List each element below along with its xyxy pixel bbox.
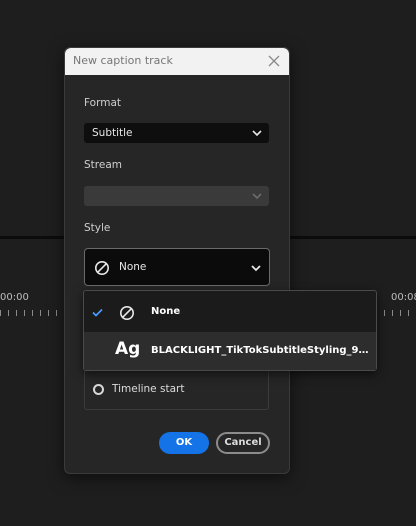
text-style-icon: Ag (115, 339, 141, 359)
style-select[interactable]: None (84, 248, 270, 286)
ok-button[interactable]: OK (159, 432, 209, 454)
stream-select (84, 186, 269, 206)
timeline-start-radio[interactable] (93, 384, 104, 395)
chevron-down-icon (252, 130, 262, 137)
format-select[interactable]: Subtitle (84, 123, 269, 143)
stream-label: Stream (84, 159, 122, 171)
dialog-titlebar[interactable]: New caption track (65, 48, 289, 75)
dialog-title: New caption track (73, 54, 173, 67)
style-label: Style (84, 222, 111, 234)
style-option-label: BLACKLIGHT_TikTokSubtitleStyling_9x16_10… (151, 345, 374, 356)
style-option-none[interactable]: None (84, 293, 376, 331)
format-label: Format (84, 97, 122, 109)
checkmark-icon (92, 308, 103, 317)
cancel-button[interactable]: Cancel (216, 432, 270, 454)
style-option-label: None (151, 306, 181, 317)
timeline-timecode-start: 00:00 (0, 292, 29, 303)
format-select-value: Subtitle (92, 127, 133, 139)
timeline-timecode-end: 00:08 (391, 292, 416, 303)
chevron-down-icon (251, 265, 261, 272)
style-select-value: None (119, 261, 147, 273)
style-option-blacklight[interactable]: Ag BLACKLIGHT_TikTokSubtitleStyling_9x16… (84, 332, 376, 370)
editor-background: 00:00 00:08 New caption track Format Sub… (0, 0, 416, 526)
none-icon (120, 306, 134, 320)
style-dropdown-list: None Ag BLACKLIGHT_TikTokSubtitleStyling… (83, 290, 377, 371)
new-caption-track-dialog: New caption track Format Subtitle Stream… (64, 47, 290, 474)
timeline-start-label[interactable]: Timeline start (112, 383, 184, 395)
none-icon (95, 261, 109, 275)
chevron-down-icon (252, 193, 262, 200)
close-icon[interactable] (267, 54, 281, 68)
